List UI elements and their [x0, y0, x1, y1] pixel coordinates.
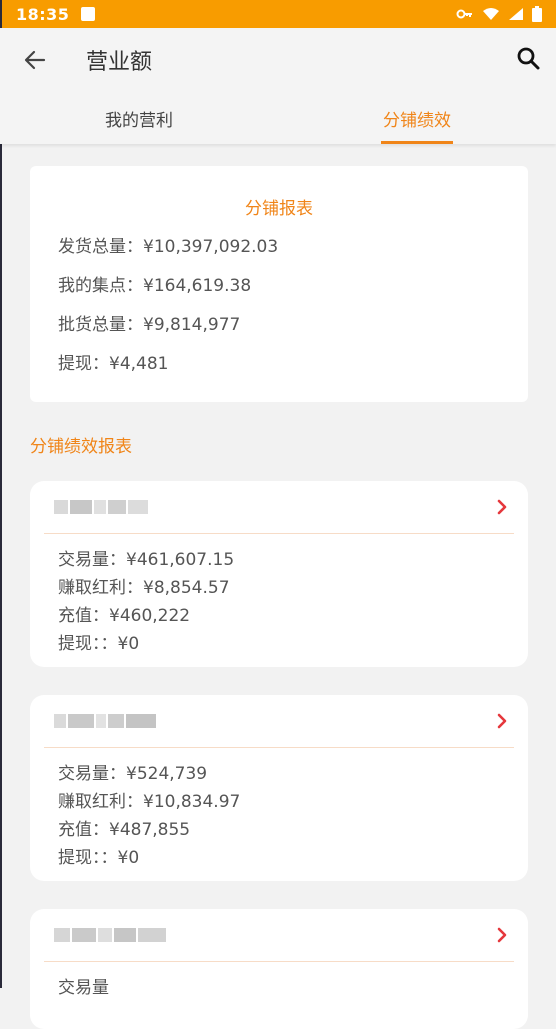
chevron-right-icon — [497, 713, 507, 729]
store-volume: 交易量：¥524,739 — [58, 764, 208, 784]
store-name-redacted — [54, 923, 168, 947]
app-bar: 营业额 — [0, 28, 556, 92]
chevron-right-icon — [497, 927, 507, 943]
chevron-right-icon — [497, 499, 507, 515]
status-bar: 18:35 — [0, 0, 556, 28]
summary-title: 分铺报表 — [245, 199, 313, 219]
store-withdrawal: 提现：：¥0 — [58, 634, 140, 654]
section-title: 分铺绩效报表 — [30, 437, 132, 457]
store-card-header[interactable] — [44, 909, 514, 962]
summary-shipped-total: 发货总量：¥10,397,092.03 — [58, 237, 279, 257]
store-card: 交易量：¥461,607.15 赚取红利：¥8,854.57 充值：¥460,2… — [30, 481, 528, 667]
signal-icon — [509, 8, 523, 20]
store-card: 交易量 — [30, 909, 528, 1029]
store-withdrawal: 提现：：¥0 — [58, 848, 140, 868]
store-card: 交易量：¥524,739 赚取红利：¥10,834.97 充值：¥487,855… — [30, 695, 528, 881]
store-volume: 交易量：¥461,607.15 — [58, 550, 235, 570]
tab-bar: 我的营利 分铺绩效 — [0, 92, 556, 144]
store-earned-bonus: 赚取红利：¥8,854.57 — [58, 578, 230, 598]
battery-icon — [532, 6, 542, 22]
tab-my-profit[interactable]: 我的营利 — [0, 92, 278, 144]
store-card-header[interactable] — [44, 481, 514, 534]
arrow-left-icon — [24, 50, 46, 70]
status-time: 18:35 — [16, 4, 70, 24]
store-name-redacted — [54, 709, 158, 733]
store-recharge: 充值：¥487,855 — [58, 820, 191, 840]
store-recharge: 充值：¥460,222 — [58, 606, 191, 626]
summary-card: 分铺报表 发货总量：¥10,397,092.03 我的集点：¥164,619.3… — [30, 166, 528, 402]
summary-withdrawal: 提现：¥4,481 — [58, 354, 169, 374]
search-button[interactable] — [516, 46, 542, 76]
summary-my-points: 我的集点：¥164,619.38 — [58, 276, 252, 296]
page-title: 营业额 — [86, 50, 153, 75]
notification-icon — [81, 7, 96, 21]
wifi-icon — [483, 8, 499, 20]
store-name-redacted — [54, 495, 150, 519]
search-icon — [517, 47, 540, 70]
vpn-key-icon — [456, 9, 472, 19]
store-card-header[interactable] — [44, 695, 514, 748]
back-button[interactable] — [0, 28, 70, 92]
store-earned-bonus: 赚取红利：¥10,834.97 — [58, 792, 241, 812]
summary-wholesale-total: 批货总量：¥9,814,977 — [58, 315, 241, 335]
tab-branch-performance[interactable]: 分铺绩效 — [278, 92, 556, 144]
window-edge — [0, 0, 2, 988]
store-volume: 交易量 — [58, 978, 109, 998]
content: 分铺报表 发货总量：¥10,397,092.03 我的集点：¥164,619.3… — [0, 144, 556, 1029]
